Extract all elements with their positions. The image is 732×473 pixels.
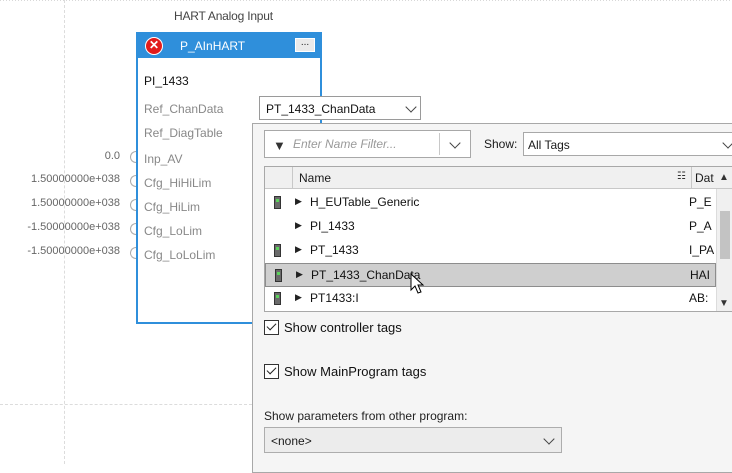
param-cfg-lolim[interactable]: Cfg_LoLim bbox=[144, 224, 202, 238]
param-ref-chandata[interactable]: Ref_ChanData bbox=[144, 102, 223, 116]
controller-tag-icon bbox=[275, 269, 282, 282]
tag-row-type: AB: bbox=[689, 291, 709, 305]
name-filter-input[interactable]: ▼ Enter Name Filter... bbox=[264, 130, 471, 158]
filter-funnel-icon: ▼ bbox=[273, 138, 286, 153]
tag-row-name: H_EUTable_Generic bbox=[310, 195, 420, 209]
column-options-icon[interactable]: ☷ bbox=[677, 171, 686, 182]
tag-row-type: P_E bbox=[689, 195, 712, 209]
input-pin bbox=[130, 247, 136, 259]
checkbox-checked-icon[interactable] bbox=[264, 364, 279, 379]
other-program-label: Show parameters from other program: bbox=[264, 409, 468, 423]
pin-value-cfg-lolim[interactable]: -1.50000000e+038 bbox=[2, 221, 120, 233]
expand-arrow-icon[interactable]: ▶ bbox=[295, 196, 302, 207]
show-mainprogram-tags-checkbox[interactable]: Show MainProgram tags bbox=[264, 364, 426, 379]
tag-row-name: PT_1433 bbox=[310, 243, 359, 257]
expand-arrow-icon[interactable]: ▶ bbox=[295, 292, 302, 303]
block-header: ✕ P_AInHART ... bbox=[138, 34, 320, 58]
tag-row-pt-1433-chandata[interactable]: ▶ PT_1433_ChanData HAI bbox=[265, 263, 716, 287]
param-ref-diagtable[interactable]: Ref_DiagTable bbox=[144, 126, 223, 140]
input-pin bbox=[130, 151, 136, 163]
expand-arrow-icon[interactable]: ▶ bbox=[296, 269, 303, 280]
pin-value-cfg-hilim[interactable]: 1.50000000e+038 bbox=[2, 197, 120, 209]
tag-row-name: PI_1433 bbox=[310, 219, 355, 233]
input-pin bbox=[130, 199, 136, 211]
tag-row-pt1433-i[interactable]: ▶ PT1433:I AB: bbox=[265, 287, 716, 311]
ref-chandata-value: PT_1433_ChanData bbox=[266, 102, 376, 116]
divider bbox=[439, 133, 440, 155]
column-header-datatype[interactable]: Dat bbox=[695, 171, 714, 185]
error-x-icon: ✕ bbox=[145, 37, 163, 55]
controller-tag-icon bbox=[274, 196, 281, 209]
tag-row-name: PT_1433_ChanData bbox=[311, 268, 421, 282]
chevron-down-icon[interactable] bbox=[449, 137, 461, 149]
block-name: P_AInHART bbox=[180, 39, 246, 53]
input-pin bbox=[130, 175, 136, 187]
param-cfg-lololim[interactable]: Cfg_LoLoLim bbox=[144, 248, 215, 262]
controller-tag-icon bbox=[274, 244, 281, 257]
chevron-down-icon bbox=[543, 433, 555, 445]
block-tag-name[interactable]: PI_1433 bbox=[144, 74, 189, 88]
expand-arrow-icon[interactable]: ▶ bbox=[295, 244, 302, 255]
show-controller-tags-label: Show controller tags bbox=[284, 320, 402, 335]
tag-row-h-eutable-generic[interactable]: ▶ H_EUTable_Generic P_E bbox=[265, 191, 716, 215]
tag-row-type: I_PA bbox=[689, 243, 715, 257]
tag-list-header: Name ☷ Dat bbox=[265, 167, 732, 189]
chevron-down-icon bbox=[722, 137, 732, 149]
chevron-down-icon bbox=[405, 101, 417, 113]
column-divider bbox=[292, 167, 293, 189]
show-filter-dropdown[interactable]: All Tags bbox=[523, 132, 732, 156]
input-pin bbox=[130, 223, 136, 235]
ref-chandata-dropdown[interactable]: PT_1433_ChanData bbox=[259, 96, 421, 120]
canvas-grid-line bbox=[0, 404, 252, 405]
scroll-down-icon[interactable]: ▼ bbox=[719, 298, 729, 309]
tag-list[interactable]: Name ☷ Dat ▶ H_EUTable_Generic P_E ▶ PI_… bbox=[264, 166, 732, 312]
param-cfg-hilim[interactable]: Cfg_HiLim bbox=[144, 200, 200, 214]
param-inp-av[interactable]: Inp_AV bbox=[144, 152, 182, 166]
expand-arrow-icon[interactable]: ▶ bbox=[295, 220, 302, 231]
column-divider bbox=[691, 167, 692, 189]
show-label: Show: bbox=[484, 137, 518, 151]
tag-row-name: PT1433:I bbox=[310, 291, 359, 305]
show-filter-value: All Tags bbox=[528, 138, 570, 152]
controller-tag-icon bbox=[274, 292, 281, 305]
scroll-up-icon[interactable]: ▲ bbox=[719, 172, 729, 183]
tag-row-pi-1433[interactable]: ▶ PI_1433 P_A bbox=[265, 215, 716, 239]
filter-placeholder: Enter Name Filter... bbox=[293, 137, 397, 151]
other-program-value: <none> bbox=[271, 434, 312, 448]
pin-value-cfg-lololim[interactable]: -1.50000000e+038 bbox=[2, 245, 120, 257]
show-mainprogram-tags-label: Show MainProgram tags bbox=[284, 364, 427, 379]
other-program-dropdown[interactable]: <none> bbox=[264, 427, 562, 453]
block-title: HART Analog Input bbox=[174, 9, 273, 23]
scrollbar-thumb[interactable] bbox=[720, 211, 730, 259]
checkbox-checked-icon[interactable] bbox=[264, 320, 279, 335]
tag-row-type: P_A bbox=[689, 219, 712, 233]
show-controller-tags-checkbox[interactable]: Show controller tags bbox=[264, 320, 402, 335]
pin-value-inp-av[interactable]: 0.0 bbox=[2, 150, 120, 162]
tag-browser-panel: ▼ Enter Name Filter... Show: All Tags Na… bbox=[252, 123, 732, 473]
column-header-name[interactable]: Name bbox=[299, 171, 331, 185]
param-cfg-hihilim[interactable]: Cfg_HiHiLim bbox=[144, 176, 211, 190]
vertical-scrollbar[interactable]: ▲ ▼ bbox=[716, 172, 732, 311]
tag-row-pt-1433[interactable]: ▶ PT_1433 I_PA bbox=[265, 239, 716, 263]
block-properties-button[interactable]: ... bbox=[295, 38, 315, 52]
pin-value-cfg-hihilim[interactable]: 1.50000000e+038 bbox=[2, 173, 120, 185]
mouse-pointer-icon bbox=[410, 273, 425, 294]
